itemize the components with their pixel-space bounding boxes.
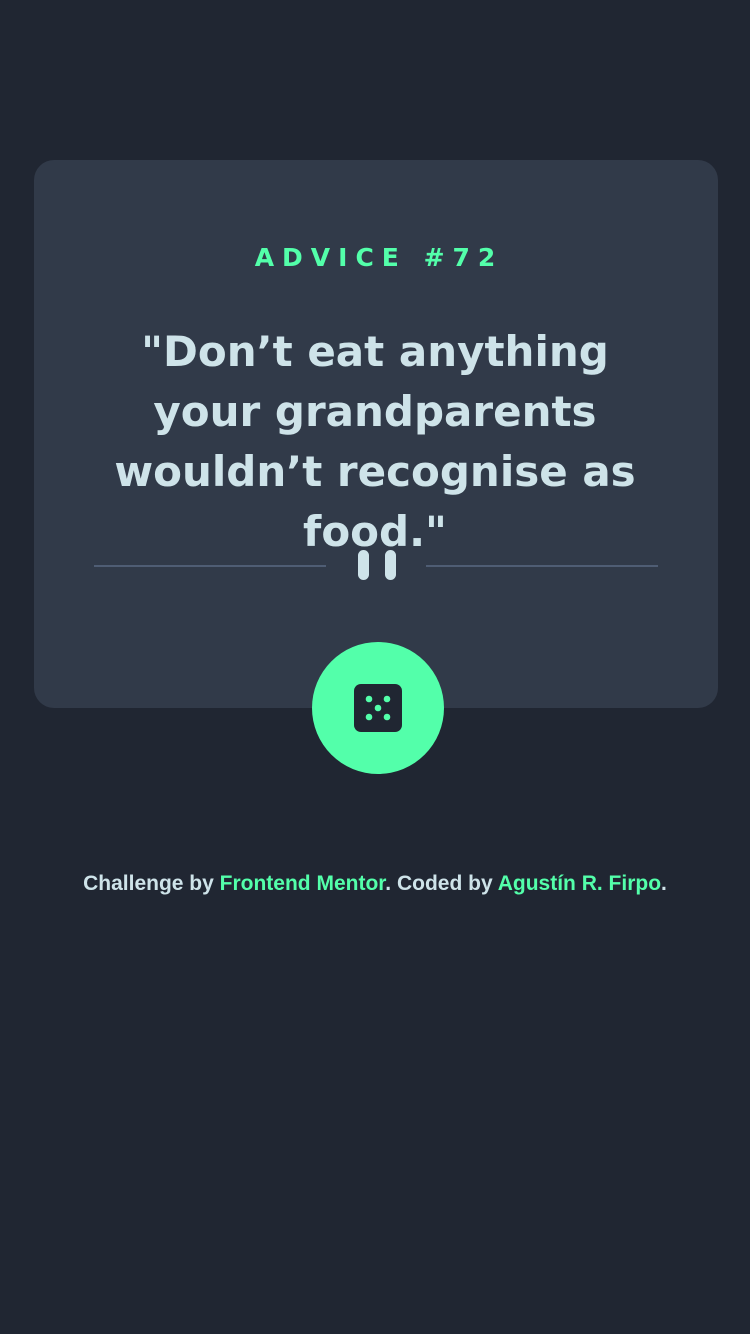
- new-advice-button[interactable]: [312, 642, 444, 774]
- attribution-middle: . Coded by: [385, 872, 498, 895]
- quote-divider: [94, 545, 658, 585]
- pause-icon: [358, 550, 396, 580]
- attribution: Challenge by Frontend Mentor. Coded by A…: [0, 870, 750, 898]
- attribution-suffix: .: [661, 872, 667, 895]
- divider-line-left: [94, 565, 326, 567]
- dice-icon: [354, 684, 402, 732]
- advice-quote: "Don’t eat anything your grandparents wo…: [114, 327, 636, 556]
- author-link[interactable]: Agustín R. Firpo: [498, 872, 661, 895]
- divider-line-right: [426, 565, 658, 567]
- frontend-mentor-link[interactable]: Frontend Mentor: [220, 872, 386, 895]
- advice-number: ADVICE #72: [254, 243, 504, 272]
- attribution-prefix: Challenge by: [83, 872, 220, 895]
